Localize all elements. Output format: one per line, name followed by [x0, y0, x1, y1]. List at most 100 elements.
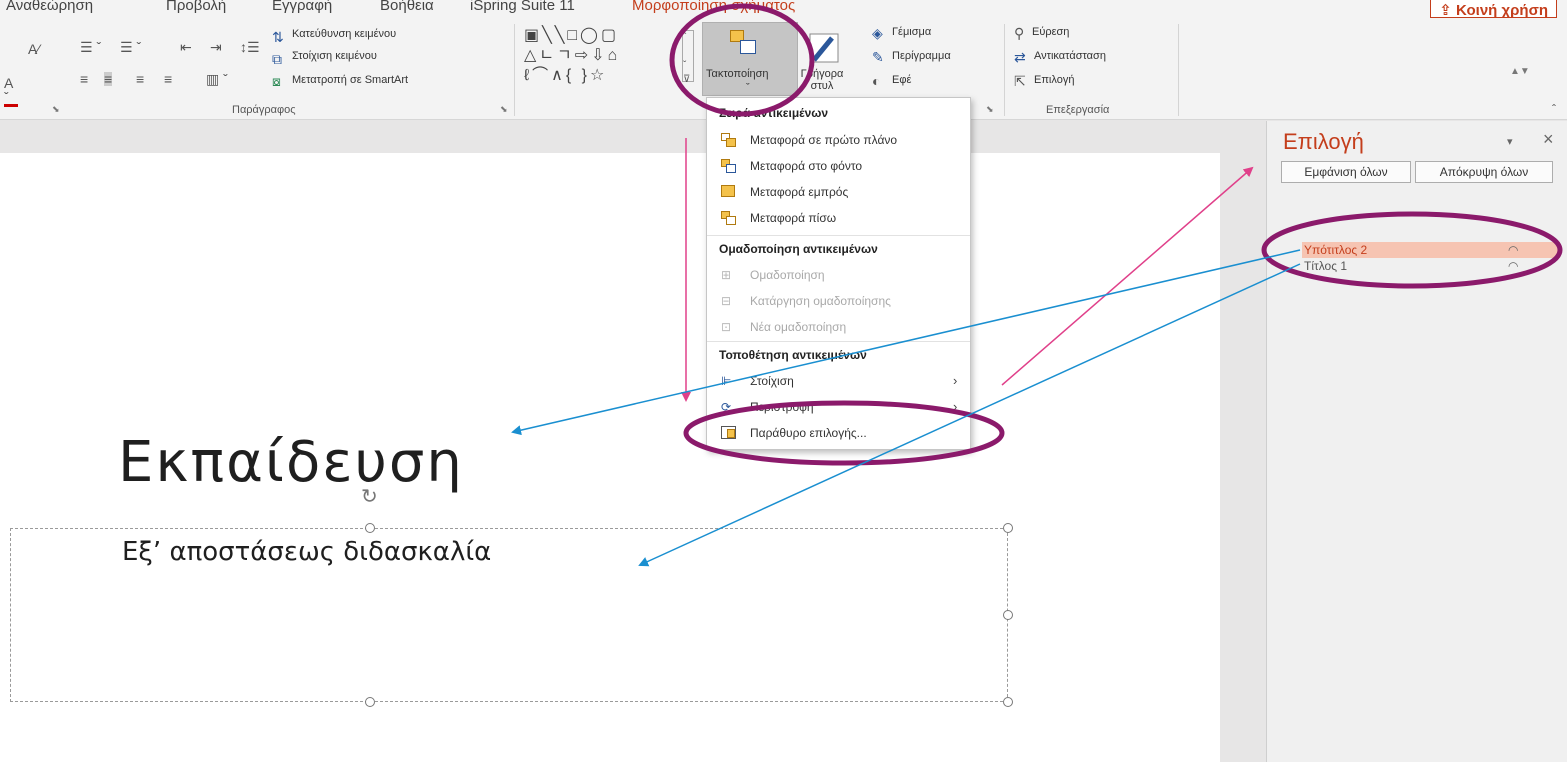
- tab-review[interactable]: Αναθεώρηση: [6, 0, 93, 14]
- selection-item-subtitle[interactable]: Υπότιτλος 2 ◠: [1302, 242, 1560, 258]
- arrange-icon: [730, 30, 758, 56]
- tab-view[interactable]: Προβολή: [166, 0, 226, 14]
- menu-item-bring-forward[interactable]: Μεταφορά εμπρός: [707, 181, 970, 203]
- find-icon: ⚲: [1014, 25, 1025, 41]
- font-color-icon[interactable]: A ˇ: [4, 76, 18, 107]
- pane-options-icon[interactable]: ▾: [1507, 135, 1513, 148]
- menu-item-regroup: ⊡ Νέα ομαδοποίηση: [707, 316, 970, 338]
- align-icon: ⊫: [721, 374, 732, 388]
- paragraph-group-label: Παράγραφος: [232, 104, 296, 116]
- shapes-gallery-scroll-icon[interactable]: ˆ ˇ ⊽: [682, 30, 694, 85]
- menu-item-send-backward[interactable]: Μεταφορά πίσω: [707, 207, 970, 229]
- hide-all-button[interactable]: Απόκρυψη όλων: [1415, 161, 1553, 183]
- rotate-handle-icon[interactable]: ↻: [361, 484, 378, 509]
- menu-header-position: Τοποθέτηση αντικειμένων: [719, 348, 867, 362]
- selection-item-title[interactable]: Τίτλος 1 ◠: [1302, 258, 1560, 274]
- selection-pane: Επιλογή ▾ × Εμφάνιση όλων Απόκρυψη όλων: [1266, 121, 1567, 762]
- menu-item-ungroup: ⊟ Κατάργηση ομαδοποίησης: [707, 290, 970, 312]
- menu-item-label: Μεταφορά σε πρώτο πλάνο: [750, 133, 898, 147]
- line-spacing-icon[interactable]: ↕☰: [240, 40, 260, 54]
- selection-item-label: Υπότιτλος 2: [1304, 243, 1368, 257]
- chevron-right-icon: ›: [953, 373, 958, 388]
- menu-item-send-to-back[interactable]: Μεταφορά στο φόντο: [707, 155, 970, 177]
- smartart-icon: ⧇: [272, 73, 281, 89]
- rotate-icon: ⟳: [721, 400, 732, 414]
- menu-item-label: Κατάργηση ομαδοποίησης: [750, 294, 891, 308]
- align-center-icon[interactable]: ≡: [104, 72, 113, 86]
- close-icon[interactable]: ×: [1543, 129, 1554, 150]
- send-to-back-icon: [721, 159, 737, 173]
- tab-record[interactable]: Εγγραφή: [272, 0, 332, 14]
- visibility-eye-icon[interactable]: ◠: [1508, 242, 1518, 258]
- paragraph-launcher-icon[interactable]: ⬊: [500, 104, 508, 115]
- select-icon: ⇱: [1014, 73, 1026, 89]
- menu-item-label: Μεταφορά εμπρός: [750, 185, 849, 199]
- tab-shape-format[interactable]: Μορφοποίηση σχήματος: [632, 0, 795, 14]
- slide-subtitle[interactable]: Εξ’ αποστάσεως διδασκαλία: [122, 537, 491, 567]
- convert-smartart-button[interactable]: Μετατροπή σε SmartArt: [292, 74, 408, 86]
- shapes-gallery[interactable]: ▣╲╲□◯▢ △ㄴㄱ⇨⇩⌂ ℓ⌒∧{ }☆: [524, 26, 694, 90]
- shape-fill-button[interactable]: Γέμισμα: [892, 26, 931, 38]
- align-text-icon: ⧉: [272, 51, 282, 67]
- resize-handle[interactable]: [1003, 697, 1013, 707]
- menu-item-selection-pane[interactable]: Παράθυρο επιλογής...: [707, 422, 970, 444]
- menu-item-rotate[interactable]: ⟳ Περιστροφή ›: [707, 396, 970, 418]
- replace-icon: ⇄: [1014, 49, 1026, 65]
- menu-divider: [707, 341, 970, 342]
- quick-styles-icon: [809, 33, 839, 63]
- numbering-icon[interactable]: ☰ ˇ: [120, 40, 141, 54]
- chevron-right-icon: ›: [953, 399, 958, 414]
- menu-item-label: Μεταφορά στο φόντο: [750, 159, 863, 173]
- regroup-icon: ⊡: [721, 320, 732, 334]
- justify-icon[interactable]: ≡: [164, 72, 172, 86]
- text-direction-button[interactable]: Κατεύθυνση κειμένου: [292, 28, 396, 40]
- editing-group-label: Επεξεργασία: [1046, 104, 1110, 116]
- resize-handle[interactable]: [365, 523, 375, 533]
- align-right-icon[interactable]: ≡: [136, 72, 144, 86]
- ribbon-separator: [1178, 24, 1179, 116]
- menu-item-label: Παράθυρο επιλογής...: [750, 426, 867, 440]
- drawing-launcher-icon[interactable]: ⬊: [986, 104, 994, 115]
- menu-item-group: ⊞ Ομαδοποίηση: [707, 264, 970, 286]
- text-highlight-icon[interactable]: A⁄: [28, 42, 40, 56]
- resize-handle[interactable]: [365, 697, 375, 707]
- ribbon-separator: [1004, 24, 1005, 116]
- slide-title[interactable]: Εκπαίδευση: [118, 430, 464, 495]
- menu-item-bring-to-front[interactable]: Μεταφορά σε πρώτο πλάνο: [707, 129, 970, 151]
- quick-styles-label[interactable]: Γρήγορα στυλ: [797, 68, 847, 92]
- font-launcher-icon[interactable]: ⬊: [52, 104, 60, 115]
- show-all-button[interactable]: Εμφάνιση όλων: [1281, 161, 1411, 183]
- share-icon: ⇪: [1439, 2, 1456, 19]
- arrange-dropdown-menu: Σειρά αντικειμένων Μεταφορά σε πρώτο πλά…: [706, 97, 971, 450]
- decrease-indent-icon[interactable]: ⇤: [180, 40, 192, 54]
- increase-indent-icon[interactable]: ⇥: [210, 40, 222, 54]
- visibility-eye-icon[interactable]: ◠: [1508, 258, 1518, 274]
- tab-help[interactable]: Βοήθεια: [380, 0, 434, 14]
- shape-effects-icon: ◐: [872, 73, 881, 89]
- menu-item-align[interactable]: ⊫ Στοίχιση ›: [707, 370, 970, 392]
- text-direction-icon: ⇅: [272, 29, 284, 45]
- menu-item-label: Στοίχιση: [750, 374, 794, 388]
- resize-handle[interactable]: [1003, 523, 1013, 533]
- ribbon-tab-bar: Αναθεώρηση Προβολή Εγγραφή Βοήθεια iSpri…: [0, 0, 1567, 19]
- send-backward-icon: [721, 211, 737, 225]
- menu-header-group: Ομαδοποίηση αντικειμένων: [719, 242, 878, 256]
- collapse-ribbon-icon[interactable]: ˆ: [1552, 102, 1556, 116]
- select-button[interactable]: Επιλογή: [1034, 74, 1074, 86]
- align-left-icon[interactable]: ≡: [80, 72, 88, 86]
- reorder-arrows-icon[interactable]: ▲▼: [1510, 66, 1530, 77]
- columns-icon[interactable]: ▥ ˇ: [206, 72, 228, 86]
- bullets-icon[interactable]: ☰ ˇ: [80, 40, 101, 54]
- shape-effects-button[interactable]: Εφέ: [892, 74, 911, 86]
- find-button[interactable]: Εύρεση: [1032, 26, 1069, 38]
- resize-handle[interactable]: [1003, 610, 1013, 620]
- shape-outline-button[interactable]: Περίγραμμα: [892, 50, 951, 62]
- ribbon-separator: [514, 24, 515, 116]
- share-label: Κοινή χρήση: [1456, 2, 1548, 19]
- share-button[interactable]: ⇪ Κοινή χρήση: [1430, 0, 1557, 19]
- replace-button[interactable]: Αντικατάσταση: [1034, 50, 1106, 62]
- tab-ispring[interactable]: iSpring Suite 11: [470, 0, 575, 14]
- shape-outline-icon: ✎: [872, 49, 884, 65]
- align-text-button[interactable]: Στοίχιση κειμένου: [292, 50, 377, 62]
- menu-item-label: Περιστροφή: [750, 400, 814, 414]
